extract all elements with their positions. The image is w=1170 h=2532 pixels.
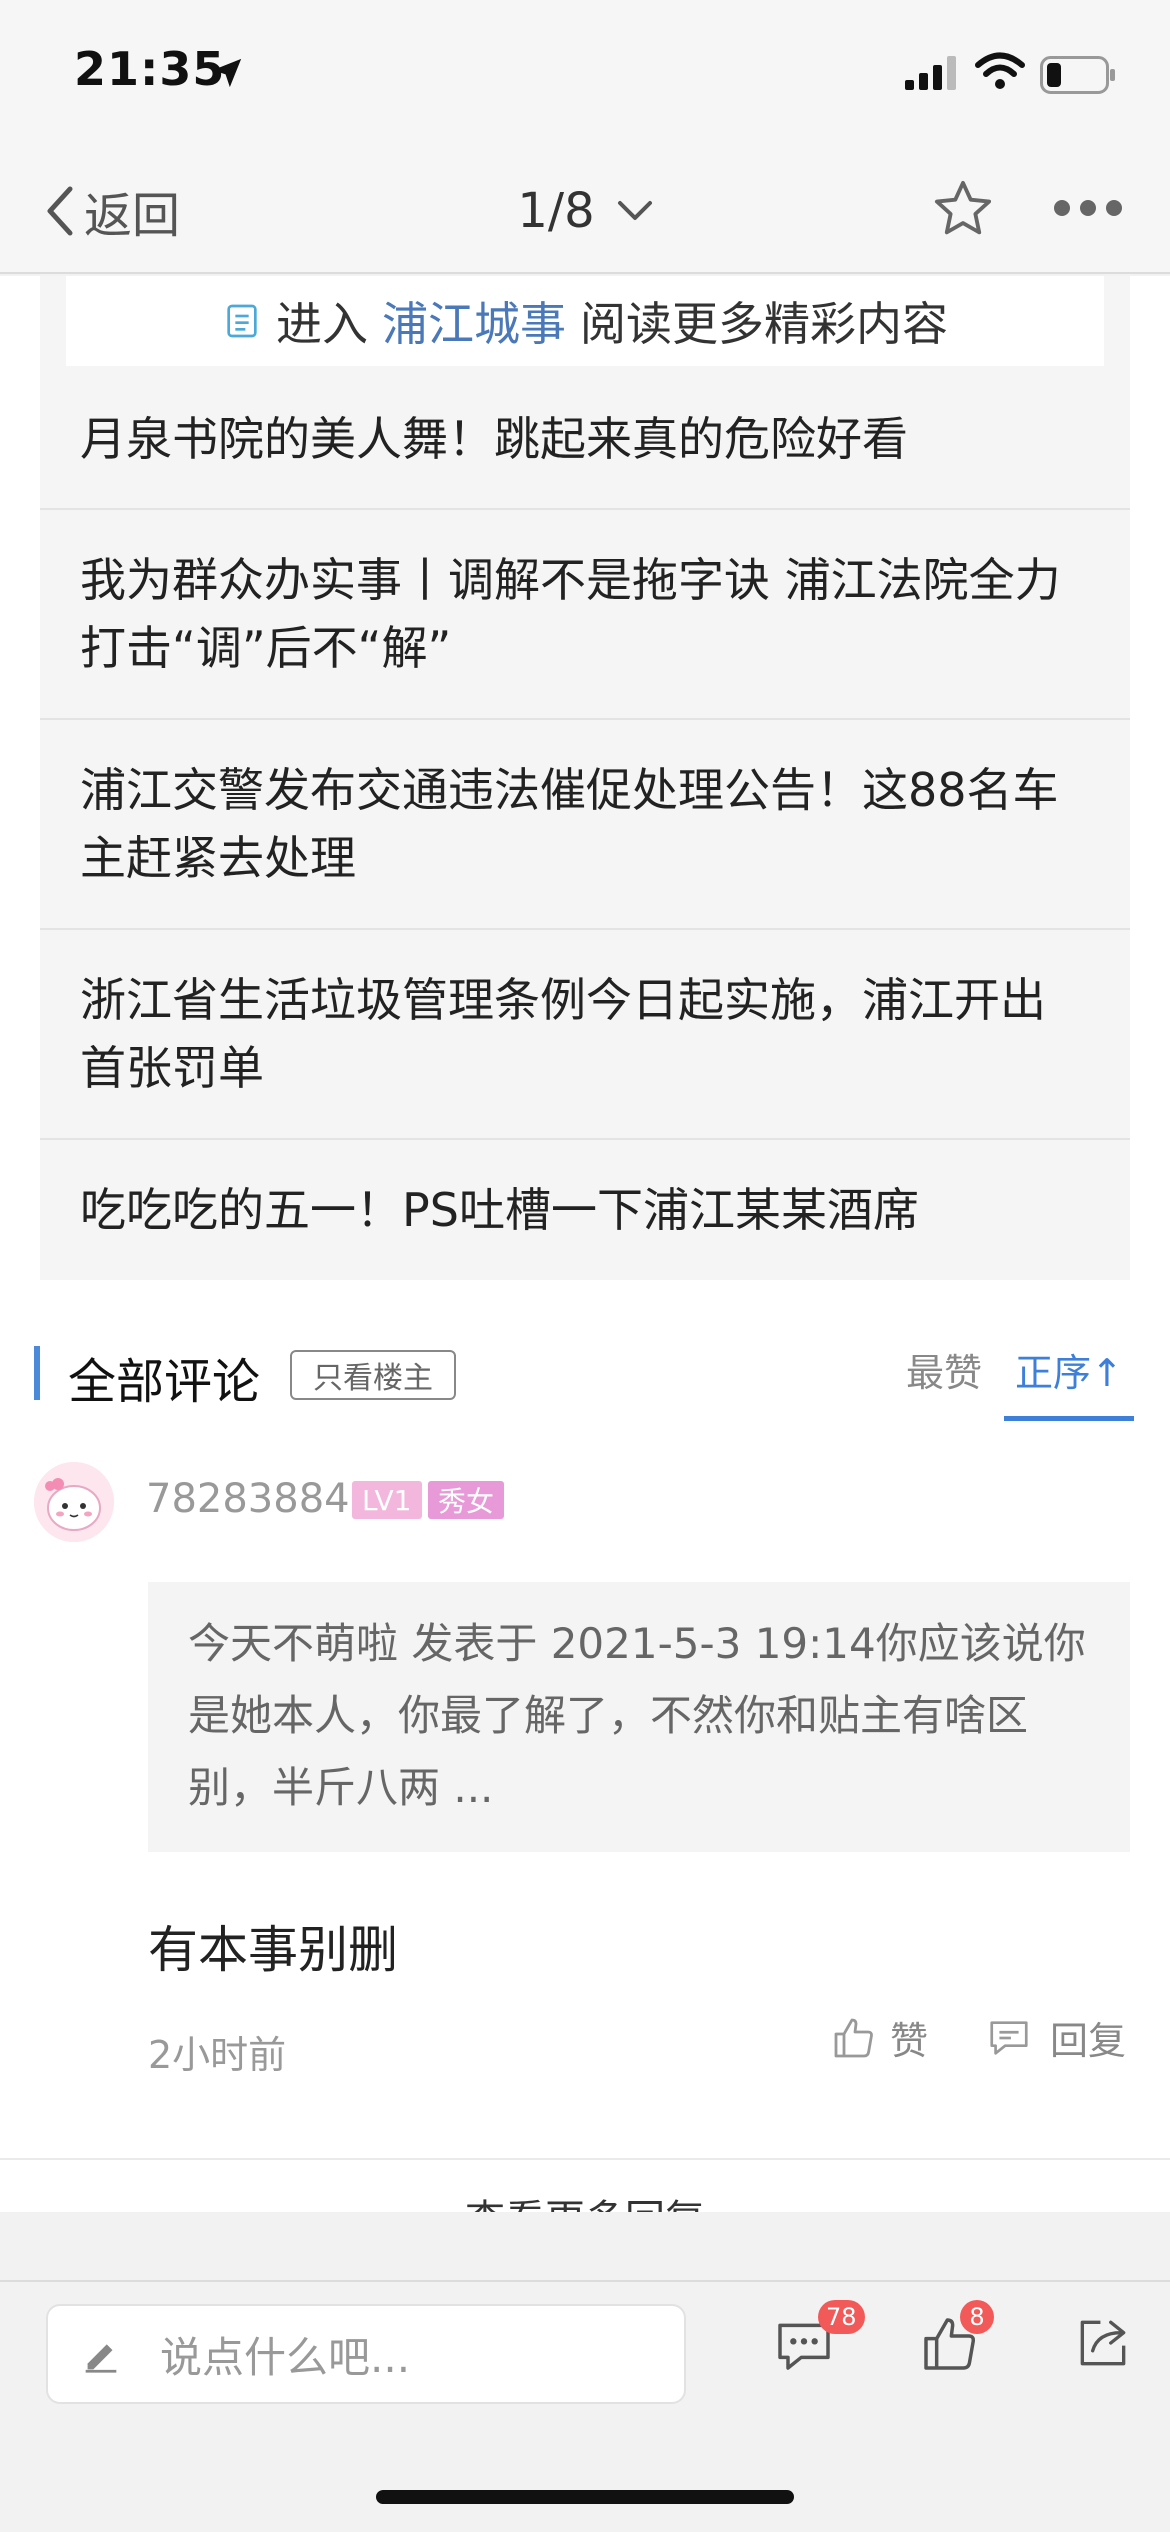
battery-icon bbox=[1040, 56, 1115, 94]
reply-icon bbox=[990, 2020, 1028, 2055]
username[interactable]: 78283884 bbox=[146, 1476, 350, 1522]
content-area: 进入 浦江城事 阅读更多精彩内容 月泉书院的美人舞！跳起来真的危险好看 我为群众… bbox=[0, 276, 1170, 2212]
status-time: 21:35 bbox=[74, 42, 226, 96]
list-item[interactable]: 浦江交警发布交通违法催促处理公告！这88名车主赶紧去处理 bbox=[40, 718, 1130, 928]
share-icon bbox=[1080, 2320, 1126, 2366]
comment-time: 2小时前 bbox=[148, 2033, 287, 2077]
section-accent-bar bbox=[34, 1346, 40, 1400]
pen-icon bbox=[85, 2344, 117, 2373]
related-topics: 进入 浦江城事 阅读更多精彩内容 月泉书院的美人舞！跳起来真的危险好看 我为群众… bbox=[40, 276, 1130, 1280]
enter-forum-banner[interactable]: 进入 浦江城事 阅读更多精彩内容 bbox=[66, 276, 1104, 366]
page-indicator: 1/8 bbox=[517, 183, 595, 239]
star-icon[interactable] bbox=[930, 176, 996, 242]
avatar[interactable] bbox=[34, 1462, 114, 1542]
quoted-comment: 今天不萌啦 发表于 2021-5-3 19:14你应该说你是她本人，你最了解了，… bbox=[148, 1582, 1130, 1852]
document-icon bbox=[227, 304, 257, 338]
more-replies-button[interactable]: 查看更多回复 bbox=[0, 2166, 1170, 2212]
signal-icon bbox=[905, 56, 956, 90]
nav-bar: 返回 1/8 bbox=[0, 150, 1170, 274]
thumb-up-icon bbox=[834, 2018, 873, 2057]
comment-count-badge: 78 bbox=[818, 2300, 865, 2334]
dropdown-chevron-icon bbox=[617, 201, 652, 220]
sort-hot-tab[interactable]: 最赞 bbox=[906, 1342, 982, 1397]
level-badge: LV1 bbox=[352, 1481, 422, 1519]
topic-title: 浦江交警发布交通违法催促处理公告！这88名车主赶紧去处理 bbox=[80, 763, 1059, 885]
title-badge: 秀女 bbox=[428, 1481, 505, 1519]
comment-item: 78283884 LV1 秀女 今天不萌啦 发表于 2021-5-3 19:14… bbox=[0, 1426, 1170, 2166]
promo-suffix: 阅读更多精彩内容 bbox=[580, 297, 948, 351]
comment-input[interactable]: 说点什么吧... bbox=[46, 2304, 686, 2404]
list-item[interactable]: 月泉书院的美人舞！跳起来真的危险好看 bbox=[40, 368, 1130, 510]
list-item[interactable]: 我为群众办实事丨调解不是拖字诀 浦江法院全力打击“调”后不“解” bbox=[40, 508, 1130, 718]
avatar-image bbox=[34, 1462, 114, 1542]
topic-title: 我为群众办实事丨调解不是拖字诀 浦江法院全力打击“调”后不“解” bbox=[80, 553, 1061, 675]
topic-title: 吃吃吃的五一！PS吐槽一下浦江某某酒席 bbox=[80, 1183, 919, 1237]
comment-count-button[interactable]: 78 bbox=[772, 2300, 865, 2380]
wifi-icon bbox=[975, 52, 1025, 89]
reply-label: 回复 bbox=[1050, 2019, 1127, 2063]
status-bar: 21:35 bbox=[0, 0, 1170, 150]
forum-link[interactable]: 浦江城事 bbox=[382, 288, 566, 354]
like-count-badge: 8 bbox=[960, 2300, 994, 2334]
divider bbox=[0, 2158, 1170, 2160]
location-arrow-icon bbox=[212, 58, 242, 88]
only-host-button[interactable]: 只看楼主 bbox=[290, 1350, 456, 1400]
active-tab-indicator bbox=[1004, 1416, 1134, 1421]
topic-title: 浙江省生活垃圾管理条例今日起实施，浦江开出首张罚单 bbox=[80, 973, 1046, 1095]
list-item[interactable]: 浙江省生活垃圾管理条例今日起实施，浦江开出首张罚单 bbox=[40, 928, 1130, 1138]
sort-asc-tab[interactable]: 正序↑ bbox=[1015, 1342, 1123, 1397]
list-item[interactable]: 吃吃吃的五一！PS吐槽一下浦江某某酒席 bbox=[40, 1138, 1130, 1280]
like-button[interactable]: 赞 bbox=[830, 2010, 928, 2065]
comments-title: 全部评论 bbox=[68, 1354, 261, 1410]
promo-prefix: 进入 bbox=[276, 297, 368, 351]
reply-button[interactable]: 回复 bbox=[986, 2010, 1126, 2065]
share-button[interactable] bbox=[1072, 2312, 1134, 2378]
topic-title: 月泉书院的美人舞！跳起来真的危险好看 bbox=[80, 412, 908, 466]
comment-text: 有本事别删 bbox=[148, 1921, 398, 1979]
home-indicator bbox=[376, 2490, 794, 2504]
more-icon[interactable] bbox=[1054, 200, 1122, 216]
like-count-button[interactable]: 8 bbox=[918, 2300, 994, 2380]
comments-header: 全部评论 只看楼主 最赞 正序↑ bbox=[0, 1316, 1170, 1426]
bottom-bar: 说点什么吧... 78 8 bbox=[0, 2280, 1170, 2532]
like-label: 赞 bbox=[890, 2019, 929, 2063]
input-placeholder: 说点什么吧... bbox=[160, 2332, 411, 2382]
